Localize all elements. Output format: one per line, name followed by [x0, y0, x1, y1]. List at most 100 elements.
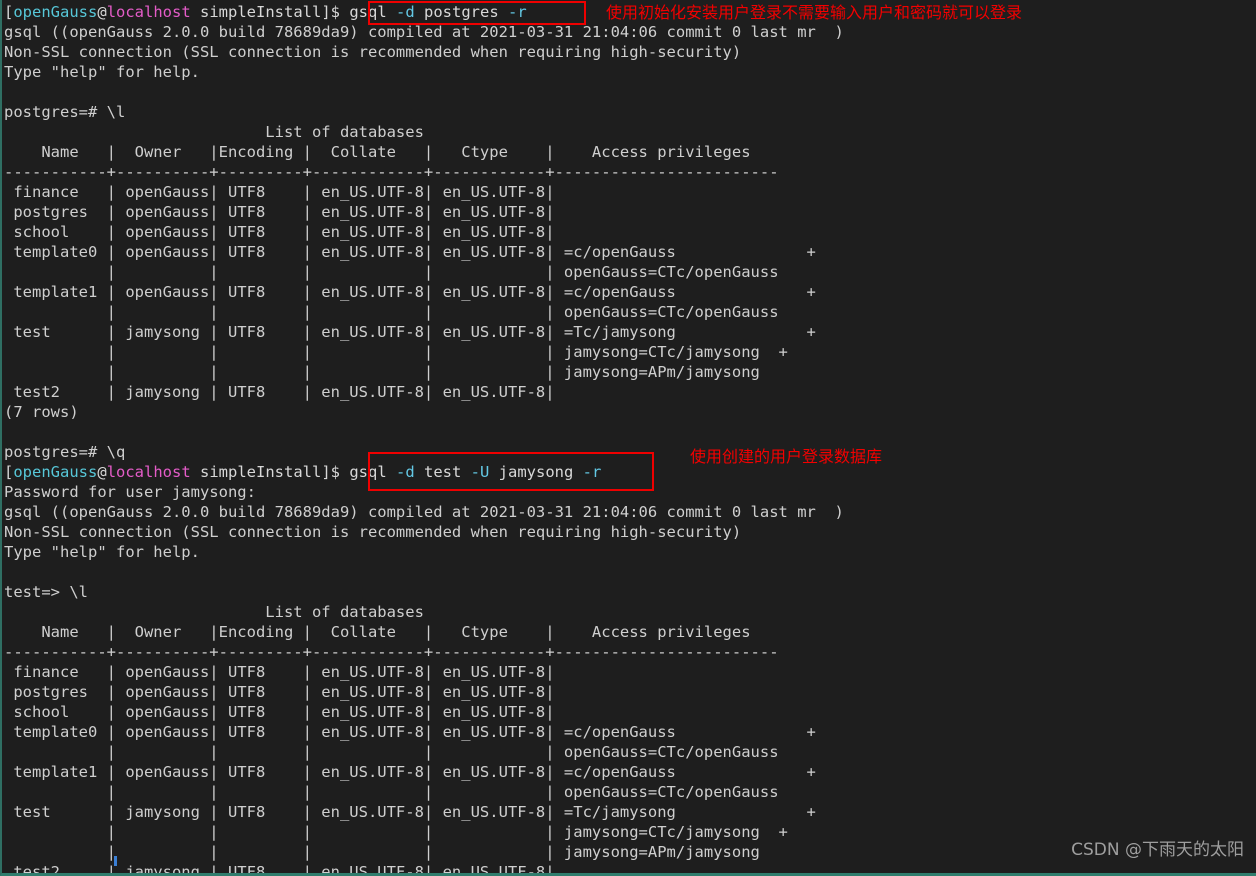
- table-row-text: template1 | openGauss| UTF8 | en_US.UTF-…: [4, 763, 816, 781]
- table-header-text: Name | Owner |Encoding | Collate | Ctype…: [4, 143, 798, 161]
- table-header-text: Name | Owner |Encoding | Collate | Ctype…: [4, 623, 798, 641]
- table-row: postgres | openGauss| UTF8 | en_US.UTF-8…: [4, 682, 844, 702]
- db-prompt: test=>: [4, 583, 70, 601]
- table-row-continuation: | | | | | jamysong=APm/jamysong: [4, 842, 844, 862]
- meta-command-quit: \q: [106, 443, 126, 461]
- watermark: CSDN @下雨天的太阳: [1071, 840, 1244, 860]
- table-row-continuation-text: | | | | | openGauss=CTc/openGauss: [4, 263, 779, 281]
- prompt-directory: simpleInstall]$: [190, 3, 350, 21]
- prompt-at-sign: @: [97, 463, 107, 481]
- prompt-directory: simpleInstall]$: [190, 463, 350, 481]
- table-row-text: school | openGauss| UTF8 | en_US.UTF-8| …: [4, 703, 555, 721]
- annotation-note-1: 使用初始化安装用户登录不需要输入用户和密码就可以登录: [606, 3, 1023, 22]
- table-separator: -----------+----------+---------+-------…: [4, 162, 844, 182]
- table-row-continuation-text: | | | | | jamysong=APm/jamysong: [4, 363, 760, 381]
- meta-command-list: \l: [106, 103, 126, 121]
- table-header-row: Name | Owner |Encoding | Collate | Ctype…: [4, 142, 844, 162]
- table-title-text: List of databases: [4, 123, 424, 141]
- table-row: template0 | openGauss| UTF8 | en_US.UTF-…: [4, 722, 844, 742]
- table-row-continuation-text: | | | | | jamysong=APm/jamysong: [4, 843, 760, 861]
- ssl-banner-2-text: Non-SSL connection (SSL connection is re…: [4, 523, 742, 541]
- table-separator: -----------+----------+---------+-------…: [4, 642, 844, 662]
- table-row-continuation-text: | | | | | jamysong=CTc/jamysong +: [4, 343, 788, 361]
- version-banner-2: gsql ((openGauss 2.0.0 build 78689da9) c…: [4, 502, 844, 522]
- prompt-username: openGauss: [13, 3, 98, 21]
- table-row: template1 | openGauss| UTF8 | en_US.UTF-…: [4, 762, 844, 782]
- table-row-text: template0 | openGauss| UTF8 | en_US.UTF-…: [4, 723, 816, 741]
- version-banner-1: gsql ((openGauss 2.0.0 build 78689da9) c…: [4, 22, 844, 42]
- table-row: test2 | jamysong | UTF8 | en_US.UTF-8| e…: [4, 862, 844, 876]
- table-title: List of databases: [4, 602, 844, 622]
- table-row-text: school | openGauss| UTF8 | en_US.UTF-8| …: [4, 223, 555, 241]
- highlight-box-command-1: [368, 1, 586, 25]
- version-banner-2-text: gsql ((openGauss 2.0.0 build 78689da9) c…: [4, 503, 844, 521]
- help-banner-1: Type "help" for help.: [4, 62, 844, 82]
- table-title: List of databases: [4, 122, 844, 142]
- table-row-continuation-text: | | | | | openGauss=CTc/openGauss: [4, 303, 779, 321]
- ssl-banner-2: Non-SSL connection (SSL connection is re…: [4, 522, 844, 542]
- password-prompt-text: Password for user jamysong:: [4, 483, 256, 501]
- table-row-continuation: | | | | | openGauss=CTc/openGauss: [4, 742, 844, 762]
- table-row: test2 | jamysong | UTF8 | en_US.UTF-8| e…: [4, 382, 844, 402]
- row-count-1-text: (7 rows): [4, 403, 79, 421]
- table-row: template0 | openGauss| UTF8 | en_US.UTF-…: [4, 242, 844, 262]
- meta-command-list: \l: [69, 583, 88, 601]
- ssl-banner-1-text: Non-SSL connection (SSL connection is re…: [4, 43, 742, 61]
- table-row: school | openGauss| UTF8 | en_US.UTF-8| …: [4, 222, 844, 242]
- terminal-output[interactable]: [openGauss@localhost simpleInstall]$ gsq…: [2, 0, 844, 876]
- table-row-text: postgres | openGauss| UTF8 | en_US.UTF-8…: [4, 683, 555, 701]
- db-prompt: postgres=#: [4, 443, 107, 461]
- row-count-1: (7 rows): [4, 402, 844, 422]
- help-banner-2-text: Type "help" for help.: [4, 543, 200, 561]
- table-row-continuation-text: | | | | | jamysong=CTc/jamysong +: [4, 823, 788, 841]
- table-row-continuation: | | | | | jamysong=APm/jamysong: [4, 362, 844, 382]
- table-row-continuation-text: | | | | | openGauss=CTc/openGauss: [4, 783, 779, 801]
- table-row-continuation: | | | | | jamysong=CTc/jamysong +: [4, 822, 844, 842]
- db-prompt: postgres=#: [4, 103, 107, 121]
- prompt-hostname: localhost: [106, 463, 191, 481]
- table-row-text: test2 | jamysong | UTF8 | en_US.UTF-8| e…: [4, 863, 555, 876]
- table-title-text: List of databases: [4, 603, 424, 621]
- table-header-row: Name | Owner |Encoding | Collate | Ctype…: [4, 622, 844, 642]
- table-row-text: postgres | openGauss| UTF8 | en_US.UTF-8…: [4, 203, 555, 221]
- table-row-text: template0 | openGauss| UTF8 | en_US.UTF-…: [4, 243, 816, 261]
- annotation-note-2: 使用创建的用户登录数据库: [690, 447, 883, 466]
- help-banner-1-text: Type "help" for help.: [4, 63, 200, 81]
- terminal-window: [openGauss@localhost simpleInstall]$ gsq…: [0, 0, 1256, 876]
- prompt-username: openGauss: [13, 463, 98, 481]
- table-row-text: test2 | jamysong | UTF8 | en_US.UTF-8| e…: [4, 383, 555, 401]
- table-row: test | jamysong | UTF8 | en_US.UTF-8| en…: [4, 322, 844, 342]
- table-row: postgres | openGauss| UTF8 | en_US.UTF-8…: [4, 202, 844, 222]
- table-row-text: test | jamysong | UTF8 | en_US.UTF-8| en…: [4, 323, 816, 341]
- prompt-at-sign: @: [97, 3, 107, 21]
- highlight-box-command-2: [368, 452, 654, 491]
- table-row: school | openGauss| UTF8 | en_US.UTF-8| …: [4, 702, 844, 722]
- db-command-line-2[interactable]: test=> \l: [4, 582, 844, 602]
- prompt-bracket: [: [4, 3, 14, 21]
- table-row-text: test | jamysong | UTF8 | en_US.UTF-8| en…: [4, 803, 816, 821]
- table-row: finance | openGauss| UTF8 | en_US.UTF-8|…: [4, 662, 844, 682]
- table-row: finance | openGauss| UTF8 | en_US.UTF-8|…: [4, 182, 844, 202]
- table-row-text: finance | openGauss| UTF8 | en_US.UTF-8|…: [4, 663, 555, 681]
- table-separator-text: -----------+----------+---------+-------…: [4, 163, 779, 181]
- prompt-bracket: [: [4, 463, 14, 481]
- table-row-continuation: | | | | | openGauss=CTc/openGauss: [4, 782, 844, 802]
- prompt-hostname: localhost: [106, 3, 191, 21]
- table-separator-text: -----------+----------+---------+-------…: [4, 643, 779, 661]
- ssl-banner-1: Non-SSL connection (SSL connection is re…: [4, 42, 844, 62]
- table-row-continuation: | | | | | jamysong=CTc/jamysong +: [4, 342, 844, 362]
- scrollbar-nub[interactable]: [114, 856, 117, 866]
- table-row: template1 | openGauss| UTF8 | en_US.UTF-…: [4, 282, 844, 302]
- table-row-text: finance | openGauss| UTF8 | en_US.UTF-8|…: [4, 183, 555, 201]
- table-row-continuation: | | | | | openGauss=CTc/openGauss: [4, 302, 844, 322]
- table-row-text: template1 | openGauss| UTF8 | en_US.UTF-…: [4, 283, 816, 301]
- table-row-continuation: | | | | | openGauss=CTc/openGauss: [4, 262, 844, 282]
- version-banner-1-text: gsql ((openGauss 2.0.0 build 78689da9) c…: [4, 23, 844, 41]
- table-row-continuation-text: | | | | | openGauss=CTc/openGauss: [4, 743, 779, 761]
- help-banner-2: Type "help" for help.: [4, 542, 844, 562]
- table-row: test | jamysong | UTF8 | en_US.UTF-8| en…: [4, 802, 844, 822]
- db-command-line-1[interactable]: postgres=# \l: [4, 102, 844, 122]
